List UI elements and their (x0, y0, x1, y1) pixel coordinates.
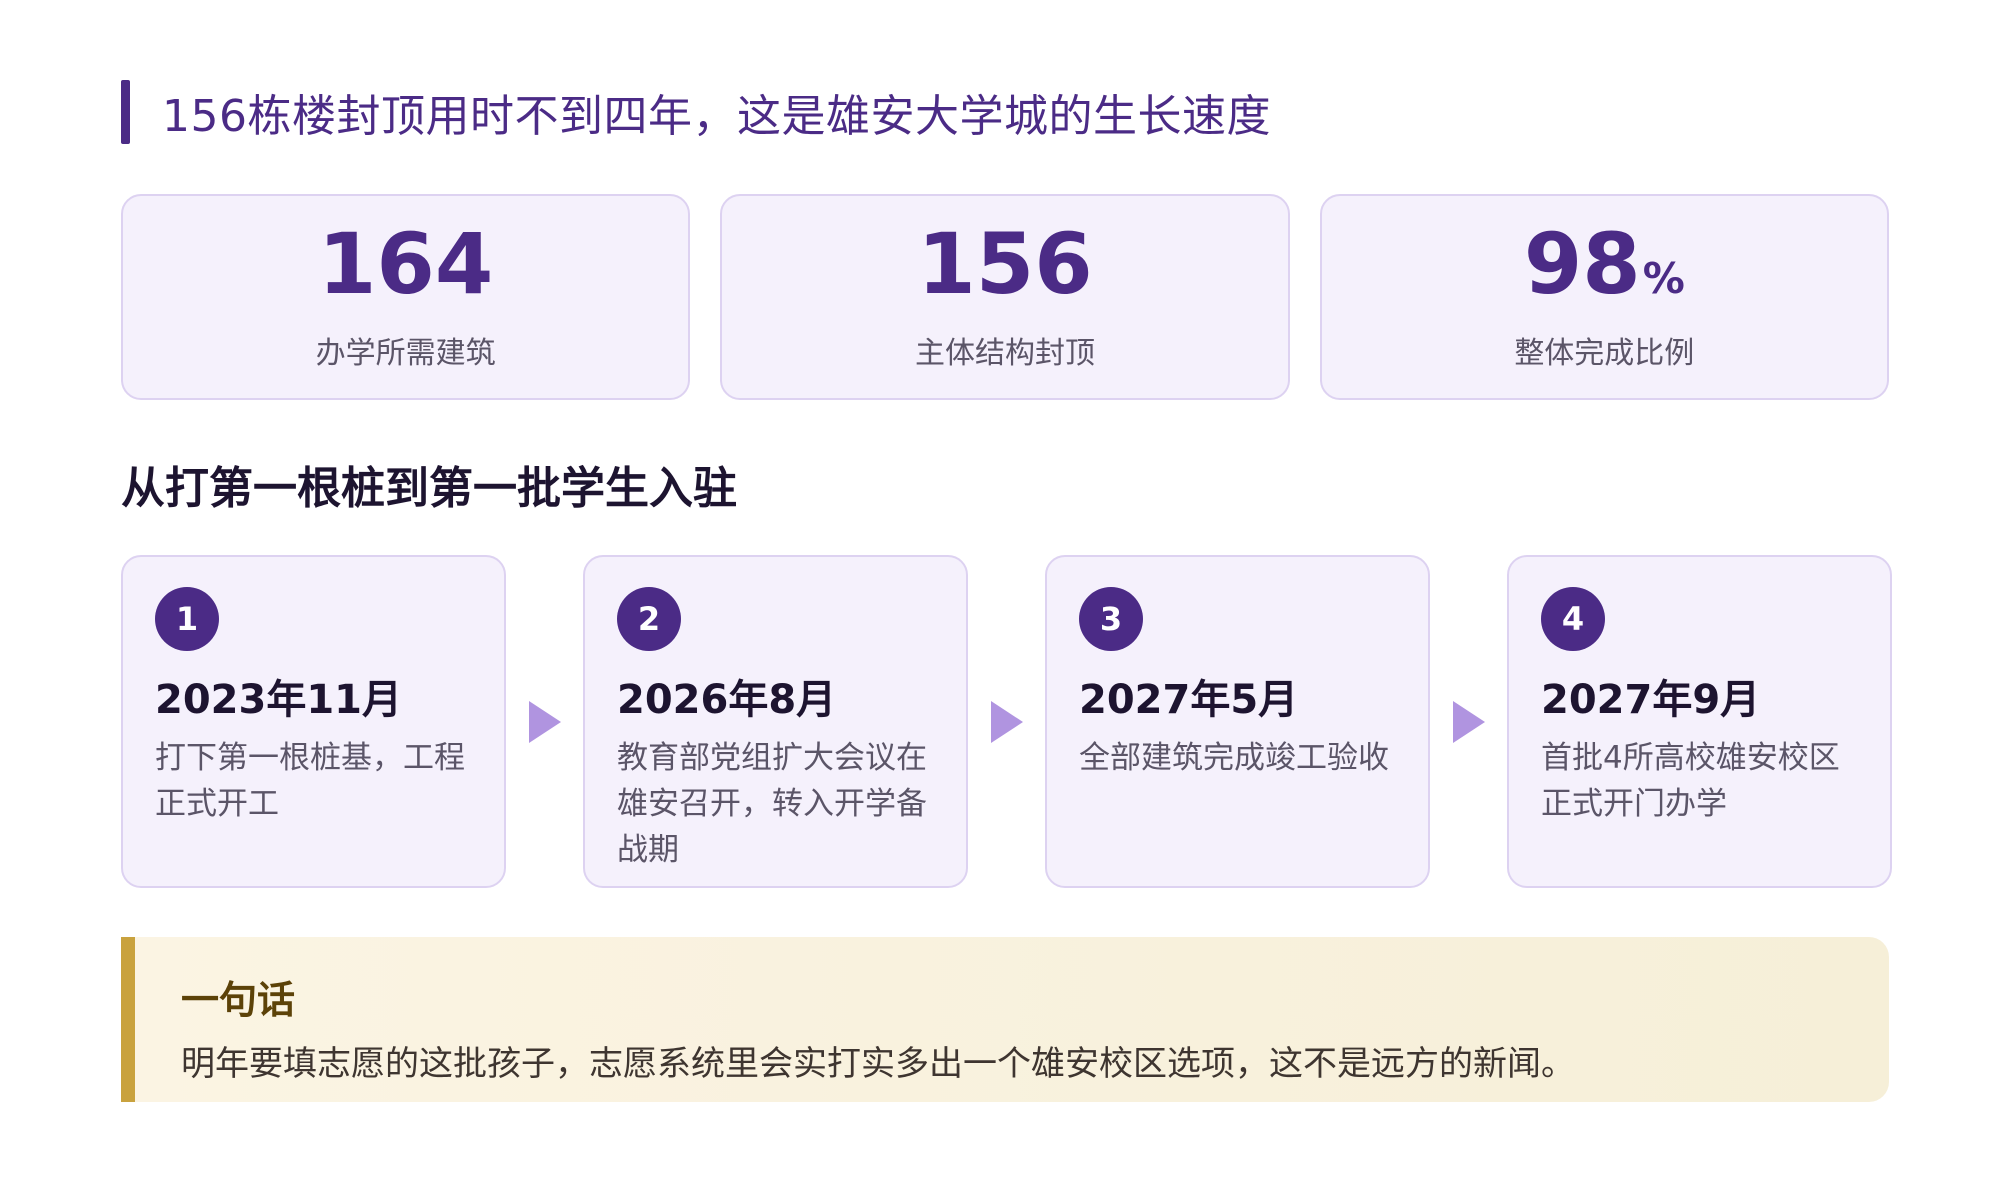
stats-row: 164 办学所需建筑 156 主体结构封顶 98 % 整体完成比例 (121, 194, 1889, 400)
stat-number: 164 (317, 215, 494, 313)
stat-card-topped-out: 156 主体结构封顶 (720, 194, 1290, 400)
stat-number: 98 (1523, 215, 1641, 313)
step-number-badge: 2 (617, 587, 681, 651)
stat-unit: % (1642, 254, 1685, 303)
step-number-badge: 4 (1541, 587, 1605, 651)
stat-card-buildings: 164 办学所需建筑 (121, 194, 691, 400)
timeline-step: 1 2023年11月 打下第一根桩基，工程正式开工 (121, 555, 506, 888)
page: 156栋楼封顶用时不到四年，这是雄安大学城的生长速度 164 办学所需建筑 15… (0, 0, 2000, 1178)
step-number-badge: 3 (1079, 587, 1143, 651)
page-header: 156栋楼封顶用时不到四年，这是雄安大学城的生长速度 (121, 80, 1271, 144)
step-description: 全部建筑完成竣工验收 (1079, 740, 1389, 776)
step-number-badge: 1 (155, 587, 219, 651)
page-title: 156栋楼封顶用时不到四年，这是雄安大学城的生长速度 (162, 91, 1271, 142)
timeline-step: 2 2026年8月 教育部党组扩大会议在雄安召开，转入开学备战期 (583, 555, 968, 888)
step-connector (506, 555, 583, 888)
summary-note: 一句话 明年要填志愿的这批孩子，志愿系统里会实打实多出一个雄安校区选项，这不是远… (121, 937, 1889, 1102)
step-connector (968, 555, 1045, 888)
arrow-right-icon (1452, 700, 1485, 743)
timeline: 1 2023年11月 打下第一根桩基，工程正式开工 2 2026年8月 教育部党… (121, 555, 1892, 888)
step-description: 教育部党组扩大会议在雄安召开，转入开学备战期 (617, 740, 927, 868)
section-title: 从打第一根桩到第一批学生入驻 (121, 463, 737, 514)
stat-label: 整体完成比例 (1514, 336, 1695, 371)
step-date: 2027年9月 (1541, 677, 1761, 723)
step-description: 首批4所高校雄安校区正式开门办学 (1541, 740, 1840, 822)
step-connector (1430, 555, 1507, 888)
stat-value: 156 (917, 222, 1092, 306)
stat-number: 156 (917, 215, 1093, 313)
timeline-step: 4 2027年9月 首批4所高校雄安校区正式开门办学 (1507, 555, 1892, 888)
note-text: 明年要填志愿的这批孩子，志愿系统里会实打实多出一个雄安校区选项，这不是远方的新闻… (181, 1044, 1575, 1084)
stat-value: 164 (318, 222, 493, 306)
stat-value: 98 % (1524, 222, 1685, 306)
step-date: 2027年5月 (1079, 677, 1299, 723)
stat-label: 办学所需建筑 (315, 336, 496, 371)
step-description: 打下第一根桩基，工程正式开工 (155, 740, 465, 822)
step-date: 2026年8月 (617, 677, 837, 723)
header-accent-bar (121, 80, 130, 144)
arrow-right-icon (528, 700, 561, 743)
stat-card-completion: 98 % 整体完成比例 (1319, 194, 1889, 400)
note-title: 一句话 (181, 978, 296, 1022)
timeline-step: 3 2027年5月 全部建筑完成竣工验收 (1045, 555, 1430, 888)
arrow-right-icon (990, 700, 1023, 743)
step-date: 2023年11月 (155, 677, 402, 723)
stat-label: 主体结构封顶 (914, 336, 1095, 371)
